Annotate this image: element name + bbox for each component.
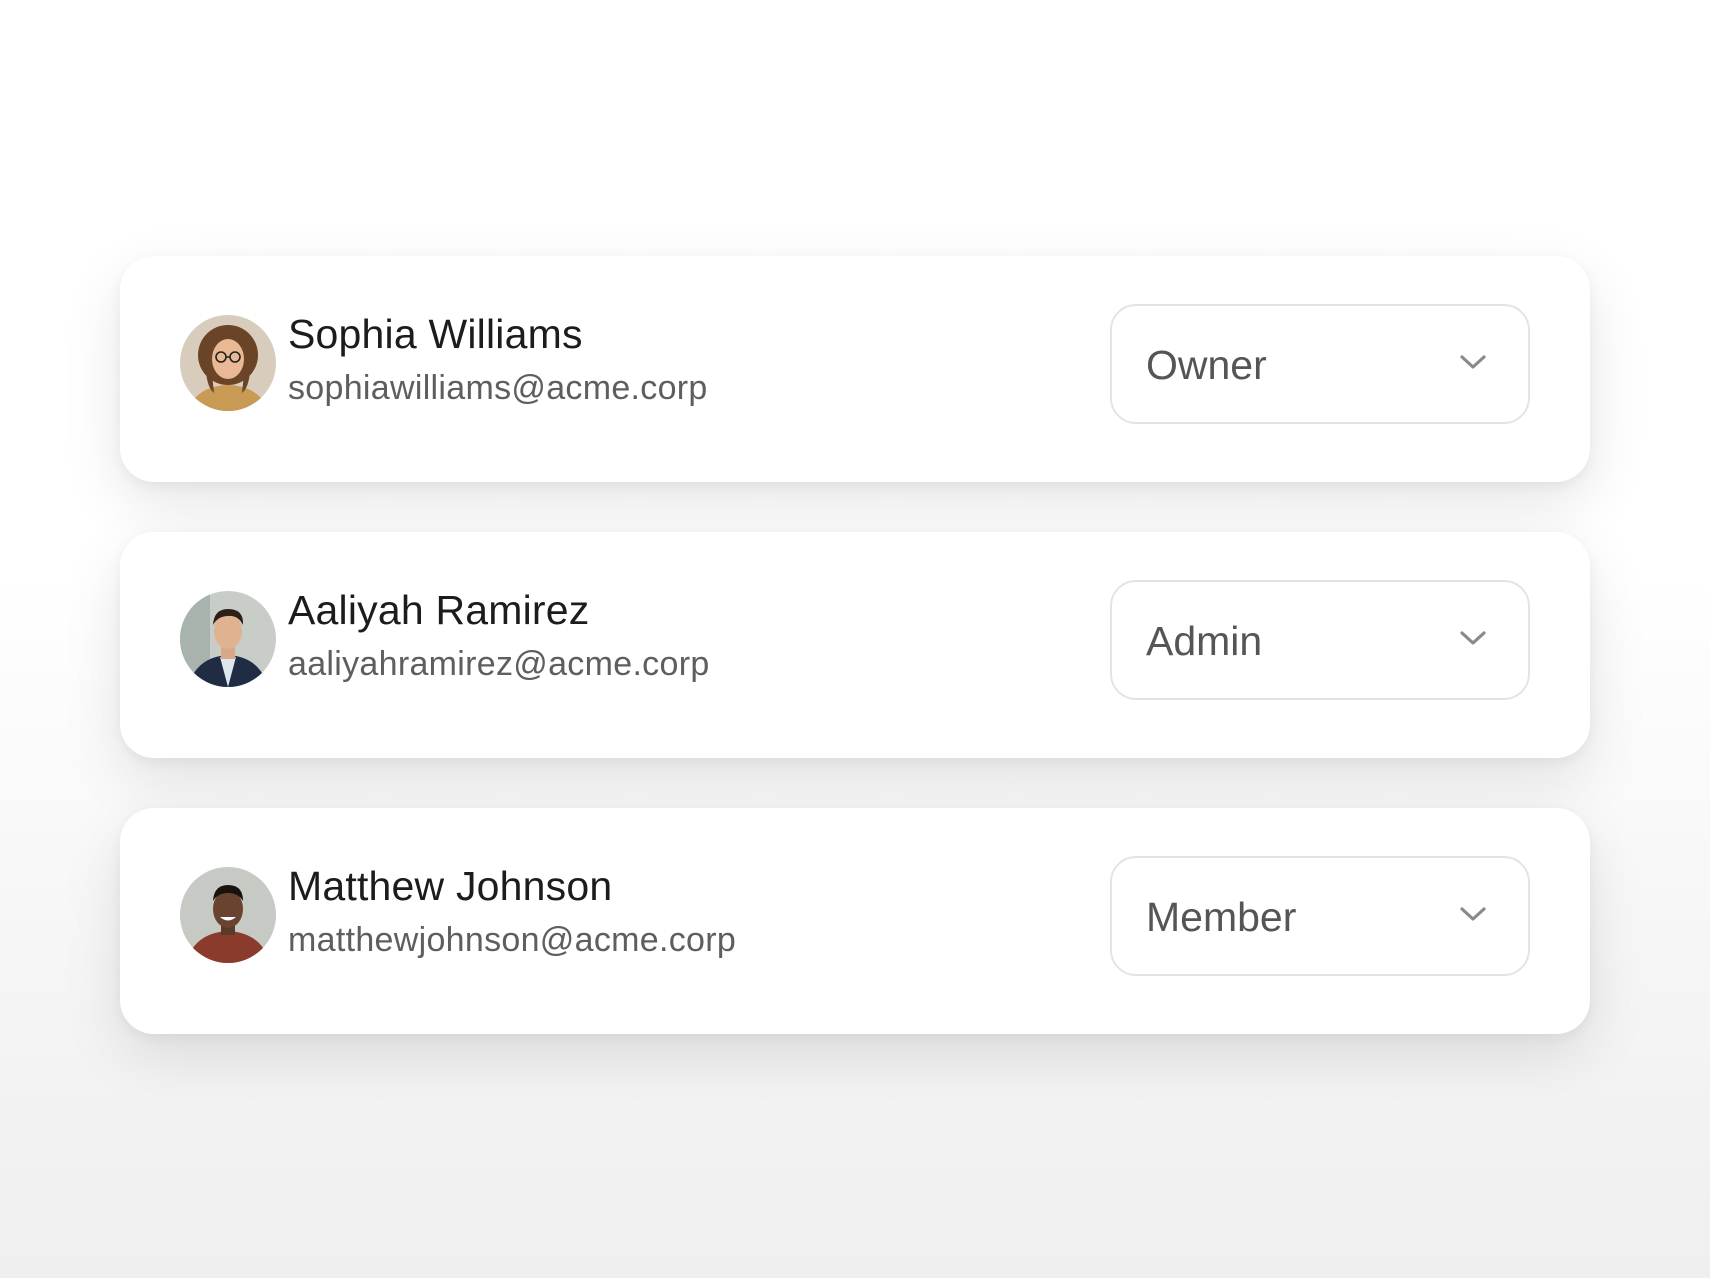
avatar-photo-icon bbox=[180, 315, 276, 411]
member-row: Aaliyah Ramirez aaliyahramirez@acme.corp… bbox=[120, 532, 1590, 758]
member-name: Sophia Williams bbox=[288, 311, 583, 357]
chevron-down-icon bbox=[1460, 355, 1486, 369]
member-email: matthewjohnson@acme.corp bbox=[288, 921, 737, 959]
avatar-photo-icon bbox=[180, 867, 276, 963]
role-select-value: Member bbox=[1146, 894, 1297, 940]
role-select[interactable]: Owner bbox=[1110, 304, 1530, 424]
member-email: aaliyahramirez@acme.corp bbox=[288, 645, 710, 683]
avatar bbox=[180, 867, 276, 963]
member-row: Sophia Williams sophiawilliams@acme.corp… bbox=[120, 256, 1590, 482]
chevron-down-icon bbox=[1460, 631, 1486, 645]
member-row: Matthew Johnson matthewjohnson@acme.corp… bbox=[120, 808, 1590, 1034]
avatar bbox=[180, 315, 276, 411]
member-email: sophiawilliams@acme.corp bbox=[288, 369, 708, 407]
member-list: Sophia Williams sophiawilliams@acme.corp… bbox=[120, 256, 1590, 1084]
chevron-down-icon bbox=[1460, 907, 1486, 921]
role-select[interactable]: Admin bbox=[1110, 580, 1530, 700]
role-select[interactable]: Member bbox=[1110, 856, 1530, 976]
avatar-photo-icon bbox=[180, 591, 276, 687]
role-select-value: Admin bbox=[1146, 618, 1263, 664]
avatar bbox=[180, 591, 276, 687]
member-name: Matthew Johnson bbox=[288, 863, 613, 909]
role-select-value: Owner bbox=[1146, 342, 1267, 388]
member-name: Aaliyah Ramirez bbox=[288, 587, 590, 633]
